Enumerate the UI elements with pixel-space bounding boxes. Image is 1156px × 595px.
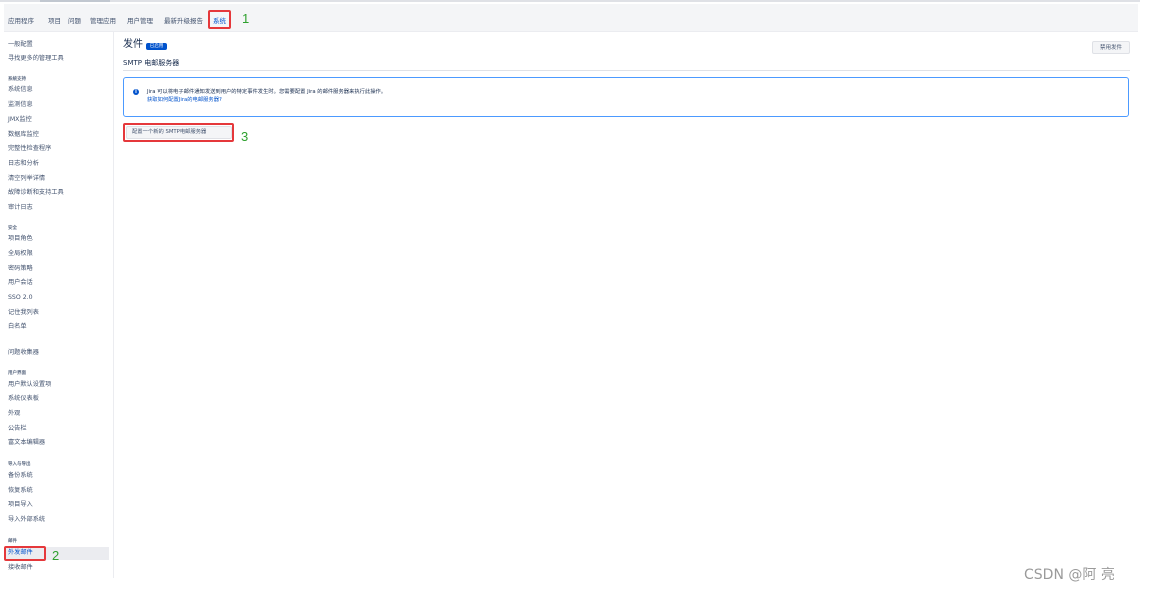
sidebar-item-audit-log[interactable]: 审计日志 [8,204,33,212]
sidebar-item-project-import[interactable]: 项目导入 [8,501,33,509]
sidebar-item-system-info[interactable]: 系统信息 [8,86,33,94]
sidebar-item-database-monitoring[interactable]: 数据库监控 [8,131,39,139]
sidebar-item-look-and-feel[interactable]: 外观 [8,410,20,418]
annotation-box-outgoing-mail [4,546,46,561]
annotation-box-system [208,10,231,29]
sidebar-item-remember-me[interactable]: 记住我列表 [8,309,39,317]
sidebar-item-general-config[interactable]: 一般配置 [8,41,33,49]
sidebar-item-external-system-import[interactable]: 导入外部系统 [8,516,45,524]
section-heading-smtp: SMTP 电邮服务器 [123,59,180,67]
info-message-panel: i Jira 可以将电子邮件通知发送到用户的特定事件发生时。您需要配置 Jira… [123,77,1129,117]
sidebar-divider [113,32,114,578]
sidebar-item-password-policy[interactable]: 密码策略 [8,265,33,273]
sidebar-item-issue-collectors[interactable]: 问题收集器 [8,349,39,357]
sidebar-heading-import-export: 导入与导出 [8,462,31,467]
sidebar-heading-system-support: 系统支持 [8,77,26,82]
admin-sidebar: 一般配置 寻找更多的管理工具 系统支持 系统信息 监测信息 JMX监控 数据库监… [0,32,114,578]
annotation-number-2: 2 [52,548,60,563]
sidebar-item-system-dashboard[interactable]: 系统仪表板 [8,395,39,403]
nav-user-management[interactable]: 用户管理 [127,17,153,25]
nav-projects[interactable]: 项目 [48,17,61,25]
top-navigation: 应用程序 项目 问题 管理应用 用户管理 最新升级报告 系统 [4,4,1138,32]
nav-issues[interactable]: 问题 [68,17,81,25]
sidebar-item-restore-system[interactable]: 恢复系统 [8,487,33,495]
sidebar-item-backup-system[interactable]: 备份系统 [8,472,33,480]
disable-outgoing-mail-button[interactable]: 禁用发件 [1092,41,1130,54]
nav-applications[interactable]: 应用程序 [8,17,34,25]
sidebar-item-logging-profiling[interactable]: 日志和分析 [8,160,39,168]
sidebar-item-monitoring-info[interactable]: 监测信息 [8,101,33,109]
nav-latest-upgrade-report[interactable]: 最新升级报告 [164,17,203,25]
sidebar-item-user-sessions[interactable]: 用户会话 [8,279,33,287]
section-divider [123,70,1130,71]
sidebar-item-jmx-monitoring[interactable]: JMX监控 [8,116,32,124]
sidebar-item-announcement-banner[interactable]: 公告栏 [8,425,27,433]
sidebar-heading-mail: 邮件 [8,539,17,544]
sidebar-item-whitelist[interactable]: 白名单 [8,323,27,331]
sidebar-item-user-defaults[interactable]: 用户默认设置项 [8,381,51,389]
watermark: CSDN @阿 亮 [1024,567,1115,583]
info-message-text: Jira 可以将电子邮件通知发送到用户的特定事件发生时。您需要配置 Jira 的… [147,89,387,95]
status-badge: 已启用 [146,43,167,50]
sidebar-item-sso[interactable]: SSO 2.0 [8,294,33,302]
nav-manage-apps[interactable]: 管理应用 [90,17,116,25]
top-accent-segment [40,0,110,2]
annotation-box-configure-button [123,123,234,142]
sidebar-item-global-permissions[interactable]: 全局权限 [8,250,33,258]
sidebar-heading-user-interface: 用户界面 [8,371,26,376]
sidebar-item-troubleshooting-tools[interactable]: 故障诊断和支持工具 [8,189,64,197]
info-help-link[interactable]: 获取如何配置Jira的电邮服务器? [147,97,222,104]
sidebar-item-project-roles[interactable]: 项目角色 [8,235,33,243]
sidebar-item-scheduler-details[interactable]: 清空列举详情 [8,175,45,183]
sidebar-item-incoming-mail[interactable]: 接收邮件 [8,564,33,572]
annotation-number-3: 3 [241,129,249,144]
sidebar-item-find-more-admin-tools[interactable]: 寻找更多的管理工具 [8,55,64,63]
sidebar-heading-security: 安全 [8,226,17,231]
top-accent-line [0,0,1140,2]
sidebar-item-integrity-checker[interactable]: 完整性检查程序 [8,145,51,153]
info-icon: i [133,89,139,95]
sidebar-item-rich-text-editor[interactable]: 富文本编辑器 [8,439,45,447]
annotation-number-1: 1 [242,11,250,26]
page-title: 发件 [123,39,143,50]
